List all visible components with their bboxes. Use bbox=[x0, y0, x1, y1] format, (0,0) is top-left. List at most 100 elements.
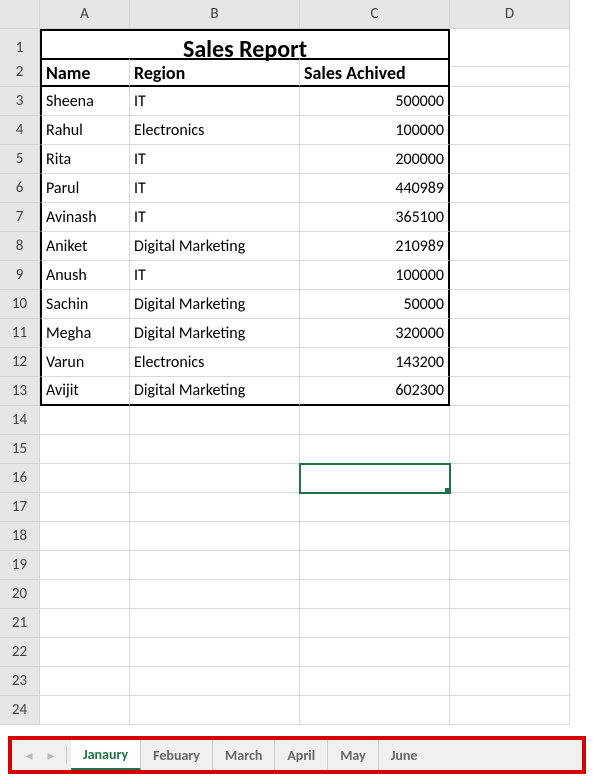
cell-name[interactable]: Aniket bbox=[40, 232, 130, 261]
cell-B22[interactable] bbox=[130, 638, 300, 667]
cell-D6[interactable] bbox=[450, 174, 570, 203]
cell-D5[interactable] bbox=[450, 145, 570, 174]
header-sales[interactable]: Sales Achived bbox=[300, 58, 450, 87]
col-header-B[interactable]: B bbox=[130, 0, 300, 29]
cell-name[interactable]: Anush bbox=[40, 261, 130, 290]
cell-region[interactable]: Digital Marketing bbox=[130, 290, 300, 319]
row-header-6[interactable]: 6 bbox=[0, 174, 40, 203]
cell-region[interactable]: Digital Marketing bbox=[130, 377, 300, 406]
header-region[interactable]: Region bbox=[130, 58, 300, 87]
select-all-corner[interactable] bbox=[0, 0, 40, 29]
cell-B17[interactable] bbox=[130, 493, 300, 522]
cell-D7[interactable] bbox=[450, 203, 570, 232]
row-header-23[interactable]: 23 bbox=[0, 667, 40, 696]
row-header-12[interactable]: 12 bbox=[0, 348, 40, 377]
row-header-16[interactable]: 16 bbox=[0, 464, 40, 493]
cell-A16[interactable] bbox=[40, 464, 130, 493]
cell-sales[interactable]: 365100 bbox=[300, 203, 450, 232]
row-header-9[interactable]: 9 bbox=[0, 261, 40, 290]
cell-region[interactable]: Digital Marketing bbox=[130, 319, 300, 348]
cell-region[interactable]: IT bbox=[130, 261, 300, 290]
cell-name[interactable]: Rita bbox=[40, 145, 130, 174]
cell-D10[interactable] bbox=[450, 290, 570, 319]
cell-name[interactable]: Avijit bbox=[40, 377, 130, 406]
cell-region[interactable]: Electronics bbox=[130, 348, 300, 377]
cell-D11[interactable] bbox=[450, 319, 570, 348]
cell-B18[interactable] bbox=[130, 522, 300, 551]
cell-region[interactable]: IT bbox=[130, 203, 300, 232]
cell-D4[interactable] bbox=[450, 116, 570, 145]
cell-C19[interactable] bbox=[300, 551, 450, 580]
cell-sales[interactable]: 500000 bbox=[300, 87, 450, 116]
cell-D12[interactable] bbox=[450, 348, 570, 377]
row-header-17[interactable]: 17 bbox=[0, 493, 40, 522]
cell-name[interactable]: Megha bbox=[40, 319, 130, 348]
cell-C15[interactable] bbox=[300, 435, 450, 464]
cell-C22[interactable] bbox=[300, 638, 450, 667]
cell-C24[interactable] bbox=[300, 696, 450, 725]
cell-A21[interactable] bbox=[40, 609, 130, 638]
cell-D8[interactable] bbox=[450, 232, 570, 261]
cell-sales[interactable]: 320000 bbox=[300, 319, 450, 348]
selected-cell-C16[interactable] bbox=[300, 464, 450, 493]
row-header-11[interactable]: 11 bbox=[0, 319, 40, 348]
cell-sales[interactable]: 200000 bbox=[300, 145, 450, 174]
cell-sales[interactable]: 50000 bbox=[300, 290, 450, 319]
cell-D3[interactable] bbox=[450, 87, 570, 116]
row-header-4[interactable]: 4 bbox=[0, 116, 40, 145]
cell-sales[interactable]: 602300 bbox=[300, 377, 450, 406]
row-header-5[interactable]: 5 bbox=[0, 145, 40, 174]
col-header-A[interactable]: A bbox=[40, 0, 130, 29]
cell-D14[interactable] bbox=[450, 406, 570, 435]
cell-D22[interactable] bbox=[450, 638, 570, 667]
sheet-tab-march[interactable]: March bbox=[213, 740, 275, 770]
cell-region[interactable]: Electronics bbox=[130, 116, 300, 145]
row-header-13[interactable]: 13 bbox=[0, 377, 40, 406]
cell-sales[interactable]: 100000 bbox=[300, 116, 450, 145]
cell-A15[interactable] bbox=[40, 435, 130, 464]
tab-nav-next-icon[interactable]: ▸ bbox=[42, 746, 60, 764]
cell-C23[interactable] bbox=[300, 667, 450, 696]
cell-region[interactable]: Digital Marketing bbox=[130, 232, 300, 261]
cell-D21[interactable] bbox=[450, 609, 570, 638]
cell-A14[interactable] bbox=[40, 406, 130, 435]
cell-C18[interactable] bbox=[300, 522, 450, 551]
sheet-tab-january[interactable]: Janaury bbox=[71, 740, 141, 770]
cell-name[interactable]: Parul bbox=[40, 174, 130, 203]
col-header-C[interactable]: C bbox=[300, 0, 450, 29]
row-header-20[interactable]: 20 bbox=[0, 580, 40, 609]
cell-C21[interactable] bbox=[300, 609, 450, 638]
cell-region[interactable]: IT bbox=[130, 174, 300, 203]
cell-A18[interactable] bbox=[40, 522, 130, 551]
cell-D24[interactable] bbox=[450, 696, 570, 725]
cell-sales[interactable]: 143200 bbox=[300, 348, 450, 377]
row-header-10[interactable]: 10 bbox=[0, 290, 40, 319]
cell-name[interactable]: Sheena bbox=[40, 87, 130, 116]
cell-B23[interactable] bbox=[130, 667, 300, 696]
cell-region[interactable]: IT bbox=[130, 87, 300, 116]
row-header-8[interactable]: 8 bbox=[0, 232, 40, 261]
cell-D13[interactable] bbox=[450, 377, 570, 406]
sheet-tab-april[interactable]: April bbox=[275, 740, 328, 770]
cell-sales[interactable]: 210989 bbox=[300, 232, 450, 261]
cell-A20[interactable] bbox=[40, 580, 130, 609]
cell-B21[interactable] bbox=[130, 609, 300, 638]
row-header-2[interactable]: 2 bbox=[0, 58, 40, 87]
cell-C14[interactable] bbox=[300, 406, 450, 435]
cell-D19[interactable] bbox=[450, 551, 570, 580]
sheet-tab-may[interactable]: May bbox=[328, 740, 379, 770]
cell-D9[interactable] bbox=[450, 261, 570, 290]
sheet-tab-february[interactable]: Febuary bbox=[141, 740, 213, 770]
cell-D20[interactable] bbox=[450, 580, 570, 609]
cell-B14[interactable] bbox=[130, 406, 300, 435]
cell-D15[interactable] bbox=[450, 435, 570, 464]
col-header-D[interactable]: D bbox=[450, 0, 570, 29]
cell-A24[interactable] bbox=[40, 696, 130, 725]
row-header-19[interactable]: 19 bbox=[0, 551, 40, 580]
cell-A19[interactable] bbox=[40, 551, 130, 580]
cell-C20[interactable] bbox=[300, 580, 450, 609]
row-header-15[interactable]: 15 bbox=[0, 435, 40, 464]
cell-B20[interactable] bbox=[130, 580, 300, 609]
row-header-21[interactable]: 21 bbox=[0, 609, 40, 638]
row-header-22[interactable]: 22 bbox=[0, 638, 40, 667]
